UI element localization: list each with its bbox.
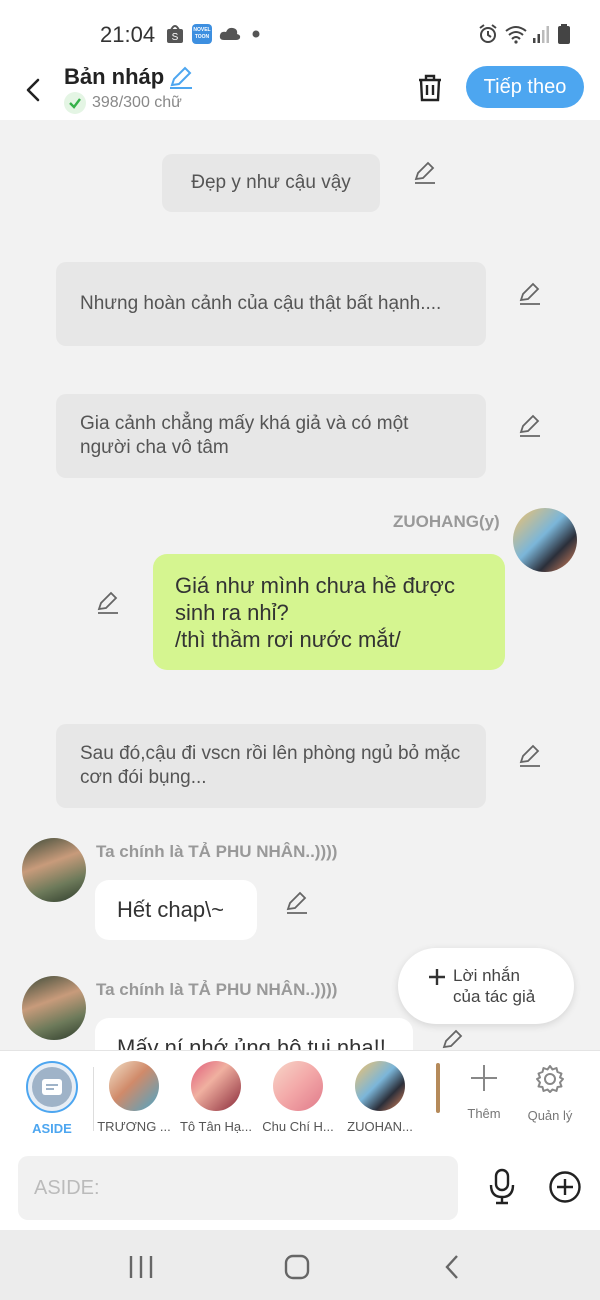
edit-message-icon[interactable] bbox=[95, 590, 121, 616]
next-button[interactable]: Tiếp theo bbox=[466, 66, 584, 108]
shopee-icon: S bbox=[167, 25, 183, 43]
sender-name: Ta chính là TẢ PHU NHÂN..)))) bbox=[96, 980, 338, 999]
signal-icon bbox=[533, 26, 549, 43]
novel-toon-logo-text: NOVEL TOON bbox=[193, 27, 211, 40]
dot-icon bbox=[252, 30, 260, 38]
author-note-button[interactable]: Lời nhắn của tác giả bbox=[398, 948, 574, 1024]
character-label: TRƯƠNG ... bbox=[97, 1119, 171, 1134]
sender-name: ZUOHANG(y) bbox=[393, 512, 500, 531]
character-item[interactable]: TRƯƠNG ... bbox=[94, 1061, 174, 1134]
sender-name: Ta chính là TẢ PHU NHÂN..)))) bbox=[96, 842, 338, 861]
alarm-icon bbox=[479, 24, 497, 43]
narration-bubble[interactable]: Gia cảnh chẳng mấy khá giả và có một ngư… bbox=[56, 394, 486, 478]
edit-message-icon[interactable] bbox=[517, 281, 543, 307]
character-label: ZUOHAN... bbox=[347, 1119, 413, 1134]
add-circle-icon[interactable] bbox=[548, 1170, 582, 1204]
svg-text:S: S bbox=[172, 32, 179, 43]
trash-icon[interactable] bbox=[414, 72, 446, 104]
message-bubble[interactable]: Mấy ní nhớ ủng hộ tui nha!! bbox=[95, 1018, 413, 1050]
avatar[interactable] bbox=[513, 508, 577, 572]
character-label: Chu Chí H... bbox=[262, 1119, 334, 1134]
microphone-icon[interactable] bbox=[486, 1168, 518, 1206]
avatar[interactable] bbox=[22, 976, 86, 1040]
word-count-text: 398/300 chữ bbox=[92, 94, 182, 111]
status-time: 21:04 bbox=[100, 22, 156, 47]
status-bar: 21:04 S NOVEL TOON bbox=[0, 0, 600, 62]
aside-avatar bbox=[26, 1061, 78, 1113]
character-item[interactable]: ZUOHAN... bbox=[340, 1061, 420, 1134]
edit-message-icon[interactable] bbox=[517, 413, 543, 439]
edit-message-icon[interactable] bbox=[284, 890, 310, 916]
edit-message-icon[interactable] bbox=[412, 160, 438, 186]
input-bar bbox=[0, 1146, 600, 1230]
character-aside[interactable]: ASIDE bbox=[12, 1061, 92, 1136]
add-label: Thêm bbox=[467, 1106, 501, 1121]
add-character-button[interactable]: Thêm bbox=[449, 1063, 519, 1121]
plus-icon bbox=[429, 969, 445, 985]
character-avatar-partial[interactable] bbox=[436, 1063, 440, 1113]
manage-button[interactable]: Quản lý bbox=[515, 1063, 585, 1123]
character-label: ASIDE bbox=[32, 1121, 72, 1136]
cloud-icon bbox=[219, 27, 241, 40]
chat-area[interactable]: Đẹp y như cậu vậy Nhưng hoàn cảnh của cậ… bbox=[0, 120, 600, 1050]
narration-bubble[interactable]: Nhưng hoàn cảnh của cậu thật bất hạnh...… bbox=[56, 262, 486, 346]
back-nav-icon[interactable] bbox=[438, 1252, 468, 1282]
edit-message-icon[interactable] bbox=[440, 1028, 466, 1050]
message-input[interactable] bbox=[18, 1156, 458, 1220]
recent-apps-icon[interactable] bbox=[126, 1252, 156, 1282]
character-avatar bbox=[273, 1061, 323, 1111]
edit-message-icon[interactable] bbox=[517, 743, 543, 769]
avatar[interactable] bbox=[22, 838, 86, 902]
author-note-label: Lời nhắn của tác giả bbox=[453, 966, 536, 1006]
back-icon[interactable] bbox=[18, 70, 48, 110]
system-nav-bar bbox=[0, 1230, 600, 1300]
gear-icon bbox=[536, 1065, 564, 1093]
narration-bubble[interactable]: Đẹp y như cậu vậy bbox=[162, 154, 380, 212]
manage-label: Quản lý bbox=[527, 1108, 573, 1123]
character-bar: ASIDE TRƯƠNG ... Tô Tân Hạ... Chu Chí H.… bbox=[0, 1050, 600, 1146]
message-bubble[interactable]: Hết chap\~ bbox=[95, 880, 257, 940]
word-count: 398/300 chữ bbox=[64, 92, 182, 114]
narration-bubble[interactable]: Sau đó,cậu đi vscn rồi lên phòng ngủ bỏ … bbox=[56, 724, 486, 808]
character-item[interactable]: Tô Tân Hạ... bbox=[176, 1061, 256, 1134]
message-bubble[interactable]: Giá như mình chưa hề được sinh ra nhỉ? /… bbox=[153, 554, 505, 670]
character-item[interactable]: Chu Chí H... bbox=[258, 1061, 338, 1134]
wifi-icon bbox=[505, 26, 527, 44]
battery-icon bbox=[558, 24, 570, 44]
check-icon bbox=[64, 92, 86, 114]
character-avatar bbox=[355, 1061, 405, 1111]
plus-icon bbox=[471, 1065, 497, 1091]
page-title: Bản nháp bbox=[64, 64, 165, 89]
character-avatar bbox=[109, 1061, 159, 1111]
aside-icon bbox=[32, 1067, 72, 1107]
novel-toon-icon: NOVEL TOON bbox=[192, 24, 212, 44]
character-avatar bbox=[191, 1061, 241, 1111]
character-label: Tô Tân Hạ... bbox=[179, 1119, 252, 1134]
edit-title-icon[interactable] bbox=[168, 64, 194, 90]
message-text: Giá như mình chưa hề được sinh ra nhỉ? /… bbox=[175, 573, 455, 652]
home-icon[interactable] bbox=[282, 1252, 312, 1282]
app-header: Bản nháp 398/300 chữ Tiếp theo bbox=[0, 62, 600, 120]
